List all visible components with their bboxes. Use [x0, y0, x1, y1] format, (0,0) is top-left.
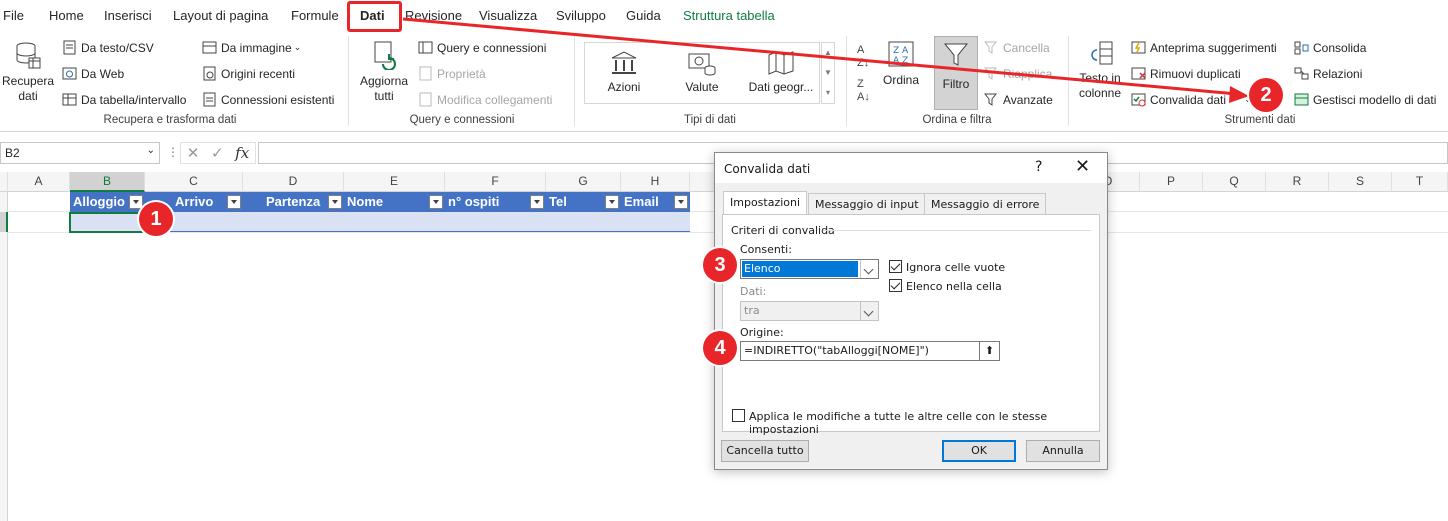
ok-button[interactable]: OK — [942, 440, 1016, 462]
ignora-celle-vuote-checkbox[interactable] — [889, 260, 902, 273]
applica-modifiche-label: Applica le modifiche a tutte le altre ce… — [749, 410, 1048, 436]
annotation-badge-1: 1 — [139, 202, 173, 236]
dati-label: Dati: — [740, 285, 767, 298]
close-icon[interactable]: ✕ — [1075, 156, 1090, 177]
tab-impostazioni[interactable]: Impostazioni — [723, 191, 808, 215]
annotation-badge-2: 2 — [1249, 78, 1283, 112]
chevron-down-icon[interactable] — [860, 302, 878, 320]
dati-select[interactable]: tra — [740, 301, 879, 321]
annotation-badge-4: 4 — [703, 331, 737, 365]
elenco-nella-cella-checkbox[interactable] — [889, 279, 902, 292]
annulla-button[interactable]: Annulla — [1026, 440, 1100, 462]
section-criteri: Criteri di convalida — [731, 224, 835, 237]
collapse-dialog-icon[interactable]: ⬆ — [979, 341, 1000, 361]
consenti-select[interactable]: Elenco — [740, 259, 879, 279]
tab-messaggio-input[interactable]: Messaggio di input — [808, 193, 926, 215]
tab-messaggio-errore[interactable]: Messaggio di errore — [924, 193, 1047, 215]
help-icon[interactable]: ? — [1035, 159, 1042, 175]
section-divider — [823, 230, 1091, 231]
convalida-dati-dialog: Convalida dati ? ✕ Impostazioni Messaggi… — [714, 152, 1108, 470]
annotation-badge-3: 3 — [703, 248, 737, 282]
impostazioni-panel: Criteri di convalida Consenti: Elenco Ig… — [722, 214, 1100, 436]
chevron-down-icon[interactable] — [860, 260, 878, 278]
applica-modifiche-checkbox[interactable] — [732, 409, 745, 422]
ignora-celle-vuote-label: Ignora celle vuote — [906, 261, 1006, 274]
dialog-titlebar: Convalida dati ? ✕ — [715, 153, 1107, 183]
consenti-value: Elenco — [742, 261, 858, 277]
elenco-nella-cella-label: Elenco nella cella — [906, 280, 1002, 293]
cancella-tutto-button[interactable]: Cancella tutto — [721, 440, 809, 462]
origine-input[interactable]: =INDIRETTO("tabAlloggi[NOME]") — [740, 341, 980, 361]
dati-value: tra — [744, 304, 760, 317]
dialog-title: Convalida dati — [724, 162, 811, 176]
origine-label: Origine: — [740, 326, 784, 339]
consenti-label: Consenti: — [740, 243, 792, 256]
